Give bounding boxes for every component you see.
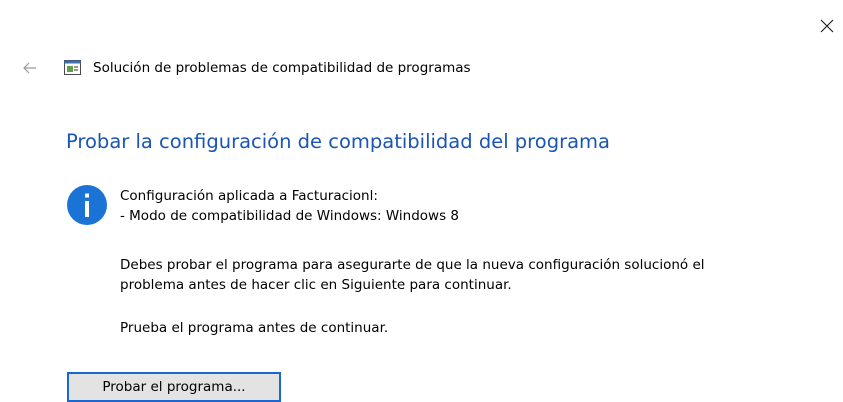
troubleshooter-app-icon (64, 59, 82, 77)
back-arrow-icon (23, 62, 36, 74)
settings-applied-label: Configuración aplicada a Facturacionl: (120, 188, 378, 204)
close-icon (820, 19, 834, 33)
test-prompt-text: Prueba el programa antes de continuar. (120, 320, 389, 336)
page-heading: Probar la configuración de compatibilida… (66, 130, 610, 153)
window-title: Solución de problemas de compatibilidad … (93, 60, 471, 76)
instruction-text-line1: Debes probar el programa para asegurarte… (120, 257, 705, 273)
instruction-text-line2: problema antes de hacer clic en Siguient… (120, 277, 512, 293)
compat-mode-label: - Modo de compatibilidad de Windows: Win… (120, 208, 460, 224)
test-program-button[interactable]: Probar el programa... (67, 372, 281, 402)
info-icon (66, 184, 108, 226)
close-button[interactable] (815, 14, 839, 38)
back-button[interactable] (20, 58, 40, 78)
